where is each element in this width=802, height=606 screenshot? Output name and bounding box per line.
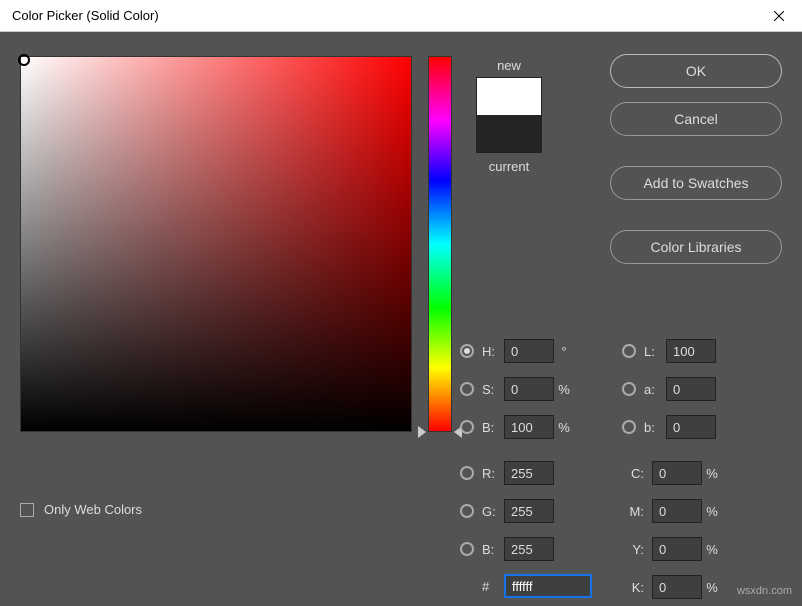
- g-input[interactable]: [504, 499, 554, 523]
- s-label: S:: [482, 382, 504, 397]
- color-libraries-button[interactable]: Color Libraries: [610, 230, 782, 264]
- y-unit: %: [702, 542, 722, 557]
- l-input[interactable]: [666, 339, 716, 363]
- b-lab-radio[interactable]: [622, 420, 636, 434]
- b-rgb-input[interactable]: [504, 537, 554, 561]
- h-radio[interactable]: [460, 344, 474, 358]
- l-radio[interactable]: [622, 344, 636, 358]
- k-input[interactable]: [652, 575, 702, 599]
- g-radio[interactable]: [460, 504, 474, 518]
- c-unit: %: [702, 466, 722, 481]
- close-icon: [774, 11, 784, 21]
- add-to-swatches-button[interactable]: Add to Swatches: [610, 166, 782, 200]
- cancel-button[interactable]: Cancel: [610, 102, 782, 136]
- m-label: M:: [622, 504, 644, 519]
- hue-indicator-icon: [418, 426, 462, 438]
- b-hsb-label: B:: [482, 420, 504, 435]
- ok-button[interactable]: OK: [610, 54, 782, 88]
- color-preview: [476, 77, 542, 153]
- watermark: wsxdn.com: [737, 585, 792, 597]
- window-title: Color Picker (Solid Color): [12, 8, 159, 23]
- c-label: C:: [622, 466, 644, 481]
- hex-input[interactable]: [504, 574, 592, 598]
- g-label: G:: [482, 504, 504, 519]
- k-label: K:: [622, 580, 644, 595]
- b-lab-label: b:: [644, 420, 666, 435]
- h-label: H:: [482, 344, 504, 359]
- k-unit: %: [702, 580, 722, 595]
- close-button[interactable]: [756, 0, 802, 32]
- hue-slider[interactable]: [428, 56, 452, 432]
- current-label: current: [489, 159, 529, 174]
- s-input[interactable]: [504, 377, 554, 401]
- c-input[interactable]: [652, 461, 702, 485]
- a-input[interactable]: [666, 377, 716, 401]
- new-label: new: [497, 58, 521, 73]
- h-input[interactable]: [504, 339, 554, 363]
- new-color-swatch[interactable]: [477, 78, 541, 115]
- b-hsb-unit: %: [554, 420, 574, 435]
- b-hsb-radio[interactable]: [460, 420, 474, 434]
- current-color-swatch[interactable]: [477, 115, 541, 152]
- s-radio[interactable]: [460, 382, 474, 396]
- y-label: Y:: [622, 542, 644, 557]
- b-rgb-radio[interactable]: [460, 542, 474, 556]
- dialog-content: new current OK Cancel Add to Swatches Co…: [0, 32, 802, 452]
- b-rgb-label: B:: [482, 542, 504, 557]
- b-hsb-input[interactable]: [504, 415, 554, 439]
- a-radio[interactable]: [622, 382, 636, 396]
- a-label: a:: [644, 382, 666, 397]
- m-unit: %: [702, 504, 722, 519]
- y-input[interactable]: [652, 537, 702, 561]
- l-label: L:: [644, 344, 666, 359]
- color-marker-icon: [18, 54, 30, 66]
- web-colors-label: Only Web Colors: [44, 502, 142, 517]
- hex-label: #: [482, 579, 504, 594]
- r-label: R:: [482, 466, 504, 481]
- s-unit: %: [554, 382, 574, 397]
- color-field[interactable]: [20, 56, 412, 432]
- r-radio[interactable]: [460, 466, 474, 480]
- m-input[interactable]: [652, 499, 702, 523]
- r-input[interactable]: [504, 461, 554, 485]
- h-unit: °: [554, 344, 574, 359]
- web-colors-checkbox[interactable]: [20, 503, 34, 517]
- titlebar: Color Picker (Solid Color): [0, 0, 802, 32]
- b-lab-input[interactable]: [666, 415, 716, 439]
